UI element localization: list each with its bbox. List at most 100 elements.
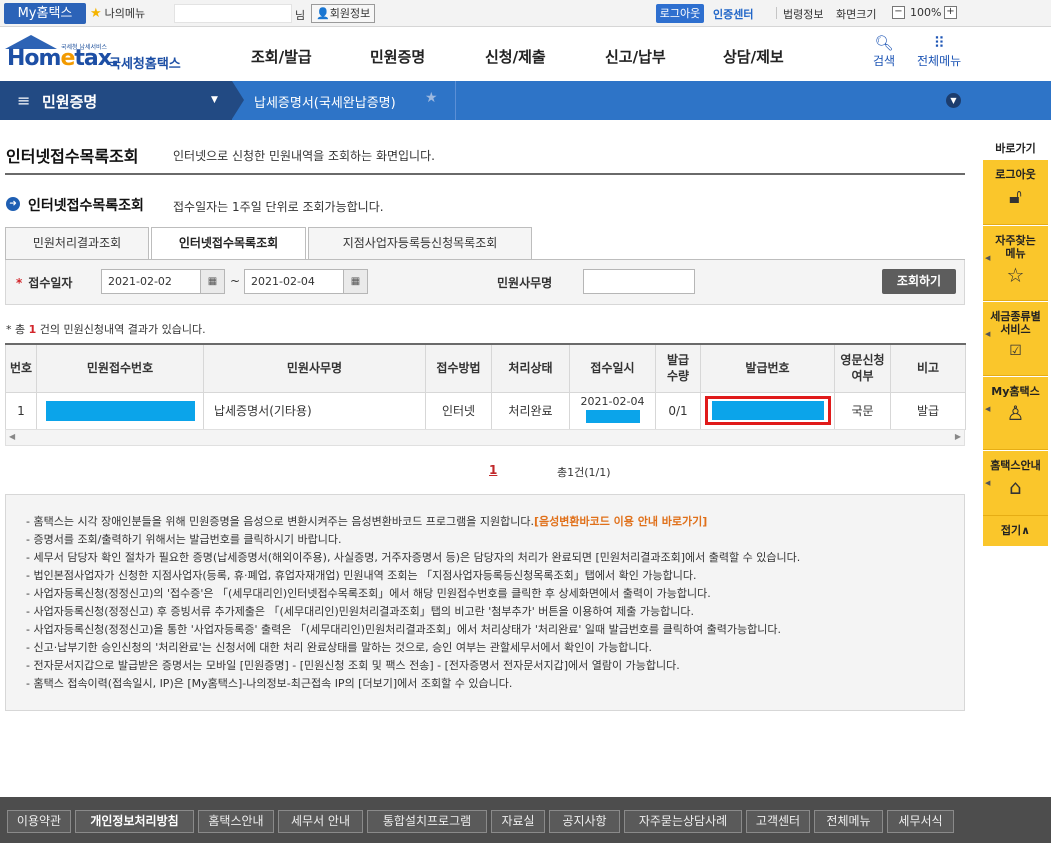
arrow-left-icon: ◀ [985,254,991,262]
cert-center-link[interactable]: 인증센터 [713,6,753,22]
result-count: * 총 1 건의 민원신청내역 결과가 있습니다. [6,323,206,336]
col-header-note: 비고 [890,343,966,393]
footer-notice[interactable]: 공지사항 [549,810,620,833]
nav-apply-submit[interactable]: 신청/제출 [485,46,546,67]
house-icon: ⌂ [1009,475,1022,499]
quick-logout[interactable]: 로그아웃 🔓︎ [983,160,1048,225]
quick-collapse-button[interactable]: 접기∧ [983,516,1048,546]
nav-civil-certificate[interactable]: 민원증명 [370,46,425,67]
hamburger-icon: ≡ [17,91,31,110]
user-icon: 👤 [316,7,330,20]
footer-tax-forms[interactable]: 세무서식 [887,810,954,833]
user-name-field [174,4,292,23]
cell-receipt-no[interactable] [36,391,204,430]
footer-privacy[interactable]: 개인정보처리방침 [75,810,194,833]
page-number-current[interactable]: 1 [489,463,497,477]
breadcrumb-arrow [232,81,244,119]
col-header-issue-no: 발급번호 [700,343,835,393]
range-separator: ~ [230,274,241,288]
my-hometax-button[interactable]: My홈택스 [4,3,86,24]
cell-name: 납세증명서(기타용) [203,391,426,430]
result-table: 번호 민원접수번호 민원사무명 접수방법 처리상태 접수일시 발급 수량 발급번… [5,343,966,430]
footer-hometax-guide[interactable]: 홈택스안내 [198,810,274,833]
nav-report-pay[interactable]: 신고/납부 [605,46,666,67]
notice-line: - 사업자등록신청(정정신고) 후 증빙서류 추가제출은 「(세무대리인)민원처… [26,605,694,618]
law-info-link[interactable]: 법령정보 [783,6,823,22]
civil-name-input[interactable] [583,269,695,294]
divider [776,7,777,19]
footer-office-guide[interactable]: 세무서 안내 [278,810,363,833]
notice-line: - 홈택스 접속이력(접속일시, IP)은 [My홈택스]-나의정보-최근접속 … [26,677,513,690]
search-submit-button[interactable]: 조회하기 [882,269,956,294]
nav-inquiry-issue[interactable]: 조회/발급 [251,46,312,67]
notice-line: - 전자문서지갑으로 발급받은 증명서는 모바일 [민원증명] - [민원신청 … [26,659,680,672]
scroll-right-icon[interactable]: ▶ [955,432,961,441]
cell-no: 1 [5,391,37,430]
calendar-icon[interactable]: ▦ [343,269,368,294]
notice-line: - 법인본점사업자가 신청한 지점사업자(등록, 휴·폐업, 휴업자재개업) 민… [26,569,697,582]
notice-line: - 세무서 담당자 확인 절차가 필요한 증명(납세증명서(해외이주용), 사실… [26,551,801,564]
section-title: 인터넷접수목록조회 [28,198,144,214]
nav-consult-report[interactable]: 상담/제보 [723,46,784,67]
quick-favorite-menu[interactable]: ◀ 자주찾는 메뉴 ☆ [983,226,1048,301]
tab-branch-registration[interactable]: 지점사업자등록등신청목록조회 [308,227,532,259]
barcode-guide-link[interactable]: [음성변환바코드 이용 안내 바로가기] [534,515,707,528]
search-form: * 접수일자 2021-02-02 ▦ ~ 2021-02-04 ▦ 민원사무명 … [5,260,965,305]
checkbox-icon: ☑ [1009,343,1022,359]
screen-size-label: 화면크기 [836,8,877,21]
footer-customer-center[interactable]: 고객센터 [746,810,810,833]
footer-install-program[interactable]: 통합설치프로그램 [367,810,487,833]
zoom-in-button[interactable]: + [944,6,957,19]
date-to-input[interactable]: 2021-02-04 [244,269,344,294]
chevron-down-icon[interactable]: ▼ [946,93,961,108]
person-icon: ♙ [1006,401,1025,425]
cell-date: 2021-02-04 [569,391,656,430]
horizontal-scrollbar[interactable]: ◀ ▶ [5,429,965,446]
scroll-left-icon[interactable]: ◀ [9,432,15,441]
search-button[interactable]: 🔍︎ 검색 [873,34,895,69]
col-header-date: 접수일시 [569,343,656,393]
tab-civil-result[interactable]: 민원처리결과조회 [5,227,149,259]
quick-tax-service[interactable]: ◀ 세금종류별 서비스 ☑ [983,302,1048,376]
highlight-box[interactable] [705,396,831,425]
cell-issue-no[interactable] [700,391,835,430]
hometax-logo[interactable]: 국세청 납세서비스 Hometax. 국세청홈택스 [5,32,190,76]
col-header-english: 영문신청 여부 [834,343,891,393]
issue-number-link[interactable] [712,401,824,420]
logout-button[interactable]: 로그아웃 [656,4,704,23]
quick-hometax-guide[interactable]: ◀ 홈택스안내 ⌂ [983,451,1048,516]
footer-terms[interactable]: 이용약관 [7,810,71,833]
footer-faq[interactable]: 자주묻는상담사례 [624,810,742,833]
notice-line: - 증명서를 조회/출력하기 위해서는 발급번호를 클릭하시기 바랍니다. [26,533,342,546]
col-header-status: 처리상태 [491,343,570,393]
page-title: 인터넷접수목록조회 [6,147,139,166]
arrow-left-icon: ◀ [985,479,991,487]
col-header-name: 민원사무명 [203,343,426,393]
all-menu-button[interactable]: ⠿ 전체메뉴 [917,34,961,69]
my-menu-link[interactable]: ★ 나의메뉴 [90,5,145,23]
footer-all-menu[interactable]: 전체메뉴 [814,810,883,833]
zoom-out-button[interactable]: − [892,6,905,19]
date-label: * 접수일자 [16,276,73,290]
cell-english: 국문 [834,391,891,430]
breadcrumb-current[interactable]: 납세증명서(국세완납증명) [254,92,396,111]
masked-time [585,409,640,423]
menu-dropdown[interactable]: ≡ 민원증명 ▼ [0,81,232,120]
date-from-input[interactable]: 2021-02-02 [101,269,201,294]
footer-archive[interactable]: 자료실 [491,810,545,833]
main-header: 국세청 납세서비스 Hometax. 국세청홈택스 조회/발급 민원증명 신청/… [0,28,1051,81]
location-bar: ≡ 민원증명 ▼ 납세증명서(국세완납증명) ★ ▼ [0,81,1051,120]
notice-line: - 사업자등록신청(정정신고)을 통한 '사업자등록증' 출력은 「(세무대리인… [26,623,781,636]
cell-qty: 0/1 [655,391,701,430]
masked-receipt-no[interactable] [45,400,195,421]
calendar-icon[interactable]: ▦ [200,269,225,294]
page-description: 인터넷으로 신청한 민원내역을 조회하는 화면입니다. [173,149,435,163]
member-info-button[interactable]: 👤회원정보 [311,4,376,23]
favorite-star-icon[interactable]: ★ [425,90,438,106]
col-header-no: 번호 [5,343,37,393]
quick-menu-title: 바로가기 [995,142,1036,155]
arrow-left-icon: ◀ [985,405,991,413]
tab-internet-receipt[interactable]: 인터넷접수목록조회 [151,227,306,260]
arrow-left-icon: ◀ [985,330,991,338]
quick-my-hometax[interactable]: ◀ My홈택스 ♙ [983,377,1048,450]
